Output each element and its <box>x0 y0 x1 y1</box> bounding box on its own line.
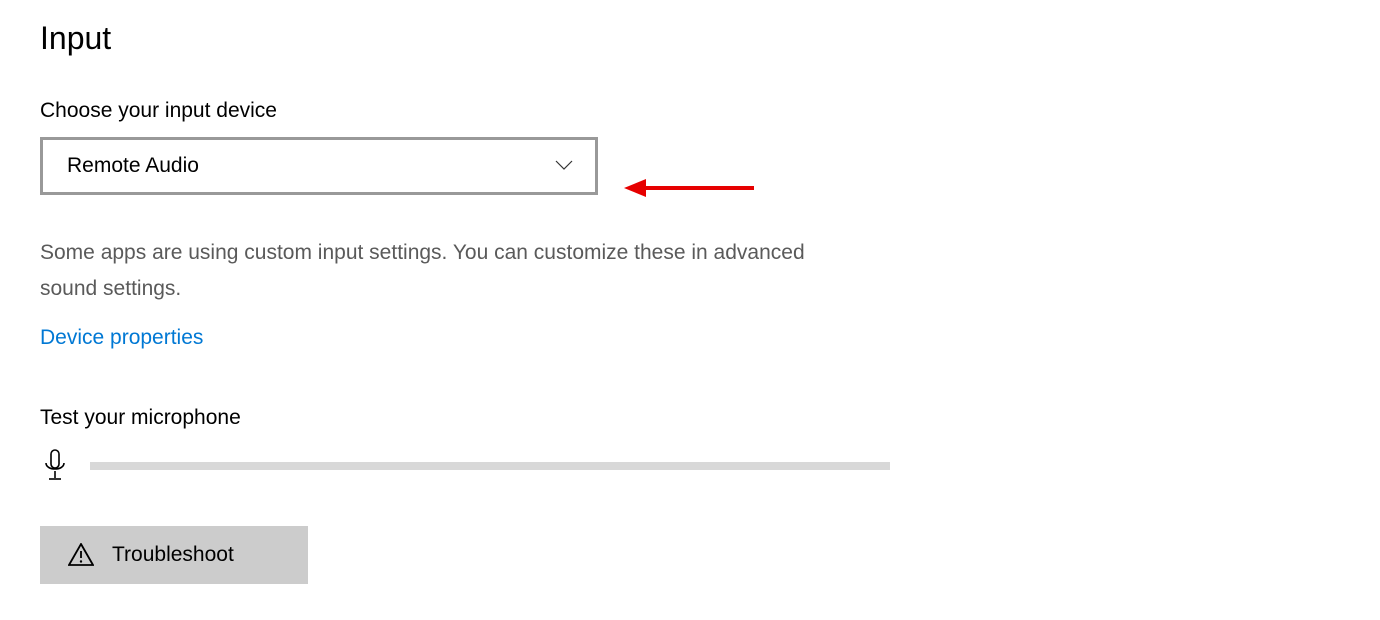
microphone-level-bar <box>90 462 890 470</box>
device-properties-link[interactable]: Device properties <box>40 326 203 350</box>
warning-icon <box>68 542 94 568</box>
input-device-dropdown[interactable]: Remote Audio <box>40 137 598 195</box>
microphone-icon <box>40 448 70 484</box>
arrow-annotation <box>624 173 754 203</box>
chevron-down-icon <box>555 157 573 175</box>
troubleshoot-button-label: Troubleshoot <box>112 543 234 567</box>
input-device-value: Remote Audio <box>67 154 199 178</box>
test-microphone-label: Test your microphone <box>40 406 1340 430</box>
input-device-label: Choose your input device <box>40 99 1340 123</box>
troubleshoot-button[interactable]: Troubleshoot <box>40 526 308 584</box>
section-title: Input <box>40 20 1340 57</box>
input-description: Some apps are using custom input setting… <box>40 235 820 306</box>
